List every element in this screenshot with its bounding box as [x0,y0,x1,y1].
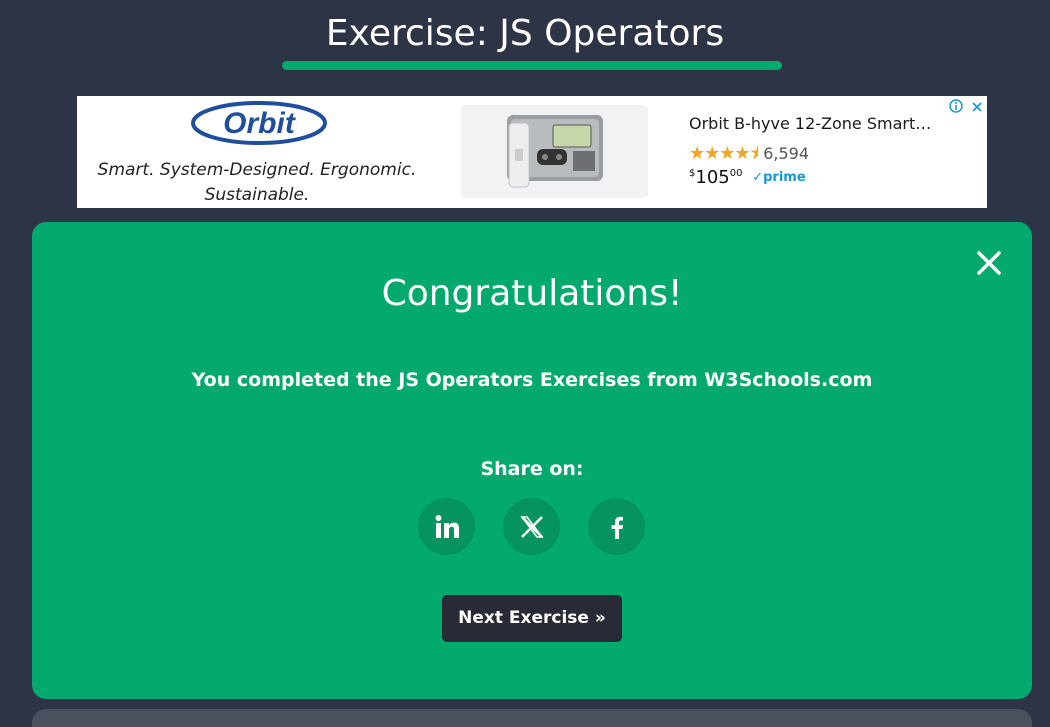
linkedin-share-button[interactable] [418,498,475,555]
rating-stars: ★★★★⯨ [689,143,759,164]
product-price: $10500 ✓prime [689,167,806,188]
congratulations-heading: Congratulations! [381,273,683,314]
next-exercise-button[interactable]: Next Exercise » [442,595,622,642]
linkedin-icon [435,514,459,538]
prime-badge: ✓prime [752,170,806,185]
ad-controls [949,99,983,117]
product-image[interactable] [461,105,648,198]
ad-banner[interactable]: Orbit Smart. System-Designed. Ergonomic.… [77,96,987,208]
price-fraction: 00 [729,168,743,179]
orbit-logo-text: Orbit [223,107,297,140]
close-icon[interactable] [971,101,983,113]
facebook-icon [611,516,623,539]
exercise-panel [32,709,1032,727]
page: Exercise: JS Operators Orbit Smart. Syst… [0,0,1050,727]
orbit-logo: Orbit [191,101,327,145]
ad-tagline: Smart. System-Designed. Ergonomic. Susta… [97,160,417,205]
x-icon [519,515,544,538]
x-share-button[interactable] [503,498,560,555]
share-buttons [418,498,648,556]
completion-message: You completed the JS Operators Exercises… [191,369,873,391]
price-whole: 105 [695,167,730,188]
page-title: Exercise: JS Operators [325,13,725,54]
product-name[interactable]: Orbit B-hyve 12-Zone Smart… [689,114,939,133]
info-icon[interactable] [949,99,963,113]
facebook-share-button[interactable] [588,498,645,555]
sprinkler-controller-image [507,115,603,188]
title-underline [282,61,782,70]
congratulations-modal: Congratulations! You completed the JS Op… [32,222,1032,699]
share-label: Share on: [480,458,584,480]
rating-count: 6,594 [763,144,809,163]
